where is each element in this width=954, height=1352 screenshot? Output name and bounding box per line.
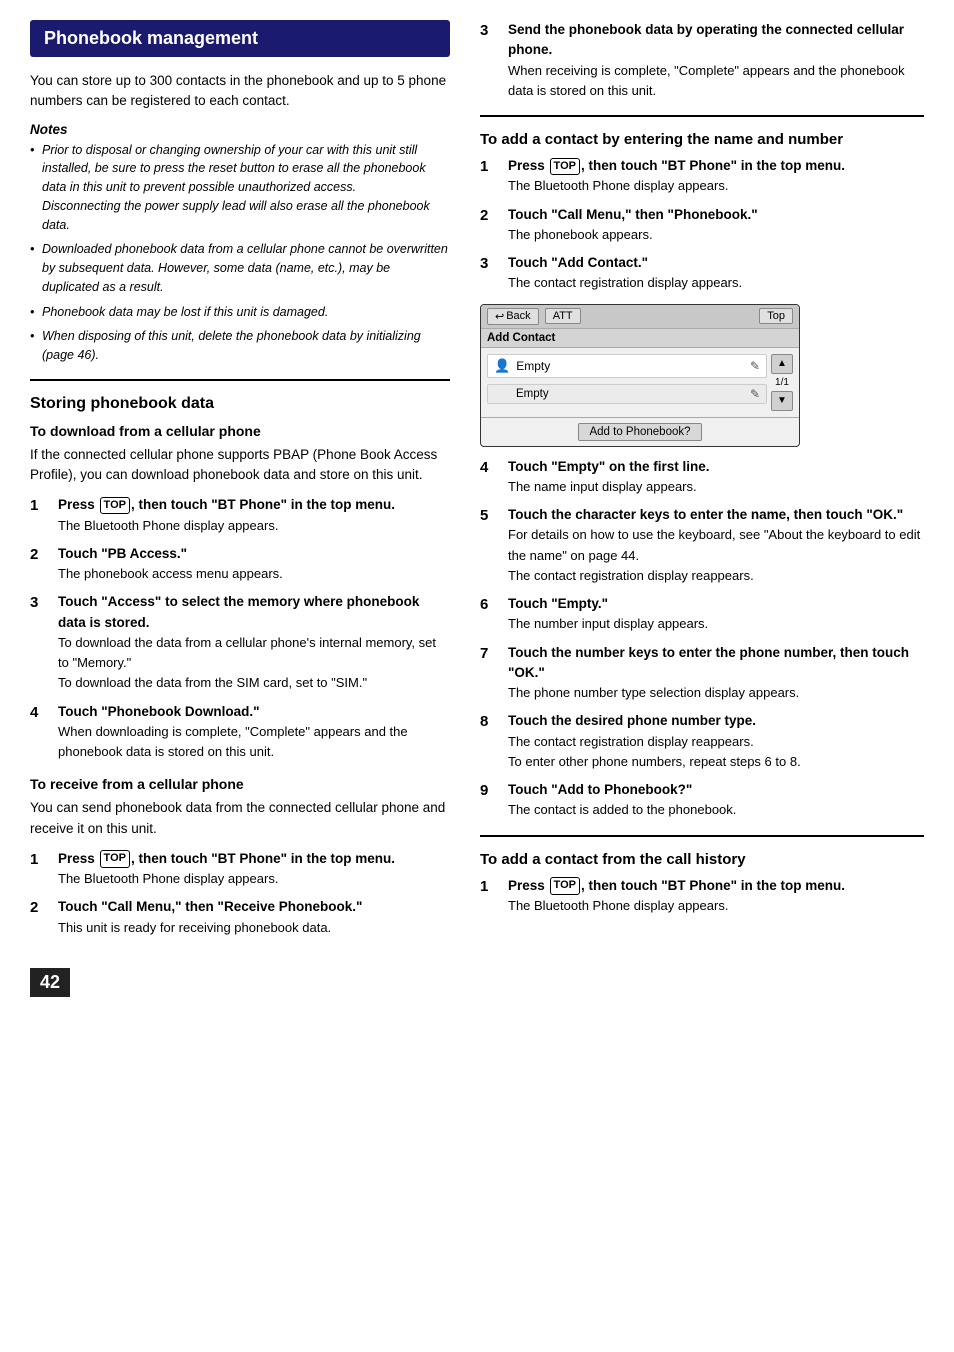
step-item: 4 Touch "Empty" on the first line. The n… [480, 457, 924, 498]
note-item: Downloaded phonebook data from a cellula… [30, 240, 450, 296]
history-divider [480, 835, 924, 837]
display-entry-1[interactable]: 👤 Empty ✎ [487, 354, 767, 378]
step-item: 1 Press TOP, then touch "BT Phone" in th… [30, 849, 450, 890]
top-button-icon: TOP [550, 877, 580, 894]
scroll-up-btn[interactable]: ▲ [771, 354, 793, 374]
display-entries: 👤 Empty ✎ Empty ✎ [487, 354, 767, 411]
step-item: 9 Touch "Add to Phonebook?" The contact … [480, 780, 924, 821]
add-contact-heading: To add a contact by entering the name an… [480, 131, 924, 148]
step-item: 3 Touch "Add Contact." The contact regis… [480, 253, 924, 294]
display-section-label: Add Contact [481, 329, 799, 348]
display-top-btn[interactable]: Top [759, 308, 793, 324]
display-att-btn[interactable]: ATT [545, 308, 581, 324]
step-item: 1 Press TOP, then touch "BT Phone" in th… [480, 156, 924, 197]
page-title: Phonebook management [30, 20, 450, 57]
page-indicator: 1/1 [771, 377, 793, 388]
step-item: 7 Touch the number keys to enter the pho… [480, 643, 924, 704]
right-divider [480, 115, 924, 117]
top-button-icon: TOP [100, 497, 130, 514]
intro-text: You can store up to 300 contacts in the … [30, 71, 450, 112]
step-item: 2 Touch "PB Access." The phonebook acces… [30, 544, 450, 585]
receive-subsection: To receive from a cellular phone You can… [30, 776, 450, 938]
section-divider [30, 379, 450, 381]
contact-display-mock: ↩ Back ATT Top Add Contact 👤 Empty ✎ [480, 304, 800, 447]
notes-title: Notes [30, 122, 450, 137]
step-item: 4 Touch "Phonebook Download." When downl… [30, 702, 450, 763]
display-entry-sub[interactable]: Empty ✎ [487, 384, 767, 404]
step-item: 5 Touch the character keys to enter the … [480, 505, 924, 586]
pencil-icon-2: ✎ [750, 387, 760, 401]
top-button-icon: TOP [100, 850, 130, 867]
back-arrow-icon: ↩ [495, 310, 504, 323]
receive-steps: 1 Press TOP, then touch "BT Phone" in th… [30, 849, 450, 938]
back-label: Back [506, 310, 530, 322]
add-contact-section: To add a contact by entering the name an… [480, 131, 924, 821]
display-top-bar: ↩ Back ATT Top [481, 305, 799, 329]
display-side-controls: ▲ 1/1 ▼ [771, 354, 793, 411]
note-item: Prior to disposal or changing ownership … [30, 141, 450, 235]
history-steps: 1 Press TOP, then touch "BT Phone" in th… [480, 876, 924, 917]
add-from-history-section: To add a contact from the call history 1… [480, 851, 924, 917]
receive-intro: You can send phonebook data from the con… [30, 798, 450, 839]
step-item: 6 Touch "Empty." The number input displa… [480, 594, 924, 635]
add-contact-steps-cont: 4 Touch "Empty" on the first line. The n… [480, 457, 924, 821]
scroll-down-btn[interactable]: ▼ [771, 391, 793, 411]
download-intro: If the connected cellular phone supports… [30, 445, 450, 486]
download-steps: 1 Press TOP, then touch "BT Phone" in th… [30, 495, 450, 762]
note-item: When disposing of this unit, delete the … [30, 327, 450, 365]
download-heading: To download from a cellular phone [30, 423, 450, 439]
step-item: 1 Press TOP, then touch "BT Phone" in th… [480, 876, 924, 917]
download-subsection: To download from a cellular phone If the… [30, 423, 450, 763]
notes-section: Notes Prior to disposal or changing owne… [30, 122, 450, 365]
person-icon: 👤 [494, 358, 510, 374]
entry2-text: Empty [516, 388, 750, 400]
storing-heading: Storing phonebook data [30, 395, 450, 413]
pencil-icon: ✎ [750, 359, 760, 373]
receive-heading: To receive from a cellular phone [30, 776, 450, 792]
entry1-text: Empty [516, 359, 750, 373]
send-steps: 3 Send the phonebook data by operating t… [480, 20, 924, 101]
add-to-phonebook-btn[interactable]: Add to Phonebook? [578, 423, 701, 441]
display-body: 👤 Empty ✎ Empty ✎ ▲ 1/1 ▼ [481, 348, 799, 417]
top-button-icon: TOP [550, 158, 580, 175]
page-number: 42 [30, 968, 70, 997]
step-item: 1 Press TOP, then touch "BT Phone" in th… [30, 495, 450, 536]
step-item: 2 Touch "Call Menu," then "Receive Phone… [30, 897, 450, 938]
step-item: 2 Touch "Call Menu," then "Phonebook." T… [480, 205, 924, 246]
display-add-btn-area: Add to Phonebook? [481, 417, 799, 446]
add-contact-steps: 1 Press TOP, then touch "BT Phone" in th… [480, 156, 924, 294]
display-back-btn[interactable]: ↩ Back [487, 308, 539, 325]
note-item: Phonebook data may be lost if this unit … [30, 303, 450, 322]
notes-list: Prior to disposal or changing ownership … [30, 141, 450, 365]
step-item: 3 Touch "Access" to select the memory wh… [30, 592, 450, 693]
add-from-history-heading: To add a contact from the call history [480, 851, 924, 868]
step-item: 3 Send the phonebook data by operating t… [480, 20, 924, 101]
step-item: 8 Touch the desired phone number type. T… [480, 711, 924, 772]
